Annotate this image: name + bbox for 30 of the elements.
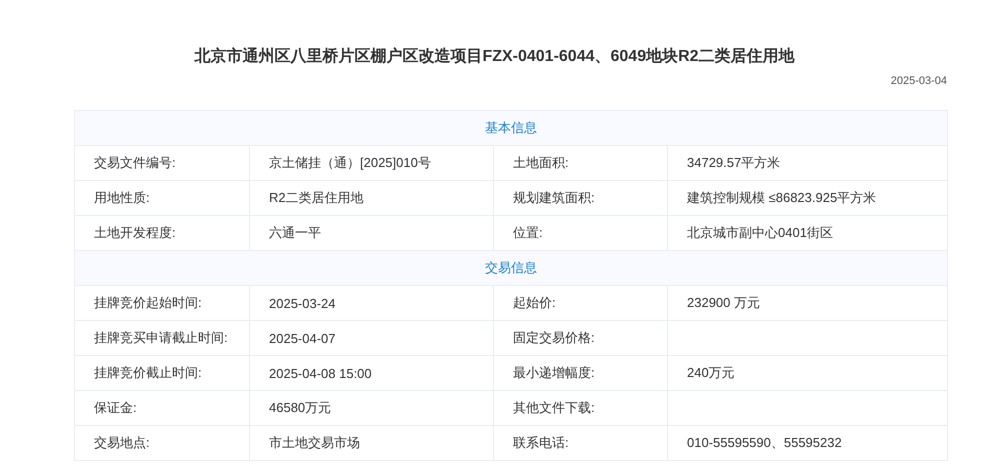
field-label: 挂牌竞价起始时间: <box>74 286 250 320</box>
field-value: 010-55595590、55595232 <box>668 426 948 460</box>
field-label: 起始价: <box>494 286 668 320</box>
field-label: 交易文件编号: <box>74 146 250 180</box>
field-label: 用地性质: <box>74 180 250 216</box>
field-label: 固定交易价格: <box>494 320 668 356</box>
field-label: 保证金: <box>74 390 250 426</box>
field-label: 其他文件下载: <box>494 390 668 426</box>
field-label: 联系电话: <box>494 426 668 460</box>
field-label: 挂牌竞价截止时间: <box>74 356 250 390</box>
field-value: 2025-03-24 <box>250 286 494 320</box>
field-label: 最小递增幅度: <box>494 356 668 390</box>
field-value: 市土地交易市场 <box>250 426 494 460</box>
field-value: 232900 万元 <box>668 286 948 320</box>
field-label: 交易地点: <box>74 426 250 460</box>
section-header: 基本信息 <box>74 110 948 146</box>
field-value: 240万元 <box>668 356 948 390</box>
field-label: 规划建筑面积: <box>494 180 668 216</box>
section-header: 交易信息 <box>74 250 948 286</box>
field-value: 京土储挂（通）[2025]010号 <box>250 146 494 180</box>
page-title: 北京市通州区八里桥片区棚户区改造项目FZX-0401-6044、6049地块R2二类居住用地 <box>194 46 795 67</box>
publish-date: 2025-03-04 <box>890 74 947 88</box>
field-label: 挂牌竞买申请截止时间: <box>74 320 250 356</box>
field-value: 建筑控制规模 ≤86823.925平方米 <box>668 180 948 216</box>
field-label: 土地面积: <box>494 146 668 180</box>
field-value: 46580万元 <box>250 390 494 426</box>
field-value: R2二类居住用地 <box>250 180 494 216</box>
field-value: 34729.57平方米 <box>668 146 948 180</box>
field-value: 2025-04-07 <box>250 320 494 356</box>
field-value: 2025-04-08 15:00 <box>250 356 494 390</box>
